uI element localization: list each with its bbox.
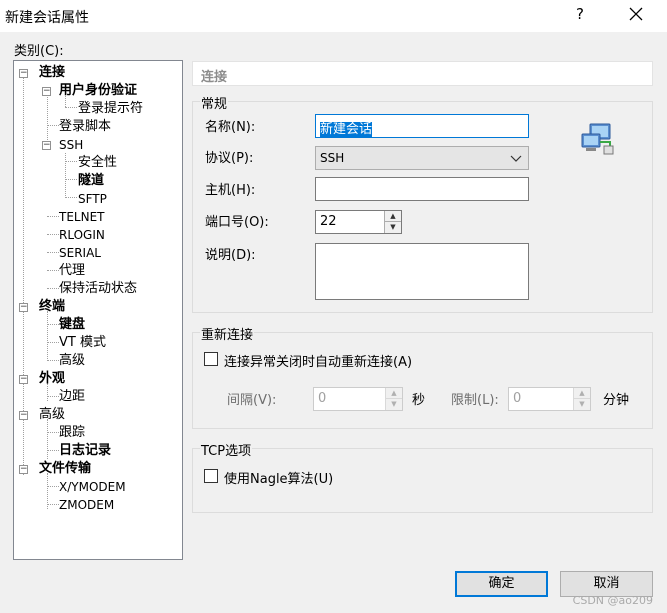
tree-item-connection[interactable]: 连接: [39, 64, 65, 82]
section-title: 连接: [201, 70, 228, 85]
tree-item-security[interactable]: 安全性: [78, 154, 117, 172]
tree-item-rlogin[interactable]: RLOGIN: [59, 226, 105, 244]
protocol-value: SSH: [320, 151, 345, 165]
category-label: 类别(C):: [14, 44, 64, 59]
seconds-unit: 秒: [412, 393, 426, 408]
watermark: CSDN @ao209: [572, 594, 653, 607]
name-value: 新建会话: [320, 122, 373, 137]
collapse-icon[interactable]: −: [19, 303, 28, 312]
title-bar: 新建会话属性 ?: [0, 0, 667, 32]
host-field[interactable]: [315, 177, 529, 201]
nagle-checkbox[interactable]: [204, 469, 218, 483]
limit-value: 0: [513, 391, 522, 406]
name-label: 名称(N):: [205, 120, 256, 135]
tree-item-logging[interactable]: 日志记录: [59, 442, 111, 460]
tree-item-keepalive[interactable]: 保持活动状态: [59, 280, 137, 298]
spin-up-icon[interactable]: ▲: [385, 388, 402, 399]
port-label: 端口号(O):: [205, 215, 269, 230]
tree-item-auth[interactable]: 用户身份验证: [59, 82, 137, 100]
spin-down-icon[interactable]: ▼: [384, 222, 401, 233]
category-tree[interactable]: − 连接 − 用户身份验证 登录提示符 登录脚本 − SSH 安全性 隧道 SF…: [13, 60, 183, 560]
reconnect-group-title: 重新连接: [200, 324, 255, 343]
tree-item-keyboard[interactable]: 键盘: [59, 316, 85, 334]
tree-item-appearance[interactable]: 外观: [39, 370, 65, 388]
tree-item-advanced2[interactable]: 高级: [39, 406, 65, 424]
interval-value: 0: [318, 391, 327, 406]
tree-item-login-script[interactable]: 登录脚本: [59, 118, 111, 136]
window-title: 新建会话属性: [5, 10, 89, 26]
spin-up-icon[interactable]: ▲: [573, 388, 590, 399]
spin-down-icon[interactable]: ▼: [385, 399, 402, 410]
host-label: 主机(H):: [205, 183, 256, 198]
tree-item-file-transfer[interactable]: 文件传输: [39, 460, 91, 478]
interval-label: 间隔(V):: [227, 393, 277, 408]
collapse-icon[interactable]: −: [19, 411, 28, 420]
chevron-down-icon: [510, 155, 522, 162]
network-computer-icon: [580, 122, 614, 160]
reconnect-group: [192, 332, 653, 429]
tree-item-tunnel[interactable]: 隧道: [78, 172, 104, 190]
tree-item-trace[interactable]: 跟踪: [59, 424, 85, 442]
port-value: 22: [320, 214, 337, 229]
tree-item-serial[interactable]: SERIAL: [59, 244, 101, 262]
general-group-title: 常规: [200, 93, 229, 112]
protocol-select[interactable]: SSH: [315, 146, 529, 170]
tree-item-terminal[interactable]: 终端: [39, 298, 65, 316]
tree-item-ssh[interactable]: SSH: [59, 136, 83, 154]
close-icon: [629, 7, 643, 21]
auto-reconnect-label[interactable]: 连接异常关闭时自动重新连接(A): [224, 351, 412, 370]
collapse-icon[interactable]: −: [42, 141, 51, 150]
limit-label: 限制(L):: [451, 393, 499, 408]
description-field[interactable]: [315, 243, 529, 300]
name-field[interactable]: 新建会话: [315, 114, 529, 138]
tree-item-margin[interactable]: 边距: [59, 388, 85, 406]
tree-item-sftp[interactable]: SFTP: [78, 190, 107, 208]
close-button[interactable]: [622, 2, 650, 28]
section-header: 连接: [192, 61, 653, 86]
spin-up-icon[interactable]: ▲: [384, 211, 401, 222]
help-button[interactable]: ?: [570, 5, 590, 27]
port-field[interactable]: 22 ▲ ▼: [315, 210, 402, 234]
limit-field[interactable]: 0 ▲ ▼: [508, 387, 591, 411]
tree-item-zmodem[interactable]: ZMODEM: [59, 496, 114, 514]
tcp-group-title: TCP选项: [200, 440, 253, 459]
description-label: 说明(D):: [205, 248, 256, 263]
tree-item-advanced[interactable]: 高级: [59, 352, 85, 370]
ok-button[interactable]: 确定: [455, 571, 548, 597]
tree-item-proxy[interactable]: 代理: [59, 262, 85, 280]
auto-reconnect-checkbox[interactable]: [204, 352, 218, 366]
collapse-icon[interactable]: −: [19, 375, 28, 384]
collapse-icon[interactable]: −: [42, 87, 51, 96]
minutes-unit: 分钟: [603, 393, 630, 408]
nagle-label[interactable]: 使用Nagle算法(U): [224, 468, 333, 487]
tree-item-vt-mode[interactable]: VT 模式: [59, 334, 106, 352]
protocol-label: 协议(P):: [205, 151, 254, 166]
tree-item-login-prompt[interactable]: 登录提示符: [78, 100, 143, 118]
interval-field[interactable]: 0 ▲ ▼: [313, 387, 403, 411]
collapse-icon[interactable]: −: [19, 69, 28, 78]
tree-item-telnet[interactable]: TELNET: [59, 208, 105, 226]
spin-down-icon[interactable]: ▼: [573, 399, 590, 410]
collapse-icon[interactable]: −: [19, 465, 28, 474]
tree-item-xymodem[interactable]: X/YMODEM: [59, 478, 126, 496]
